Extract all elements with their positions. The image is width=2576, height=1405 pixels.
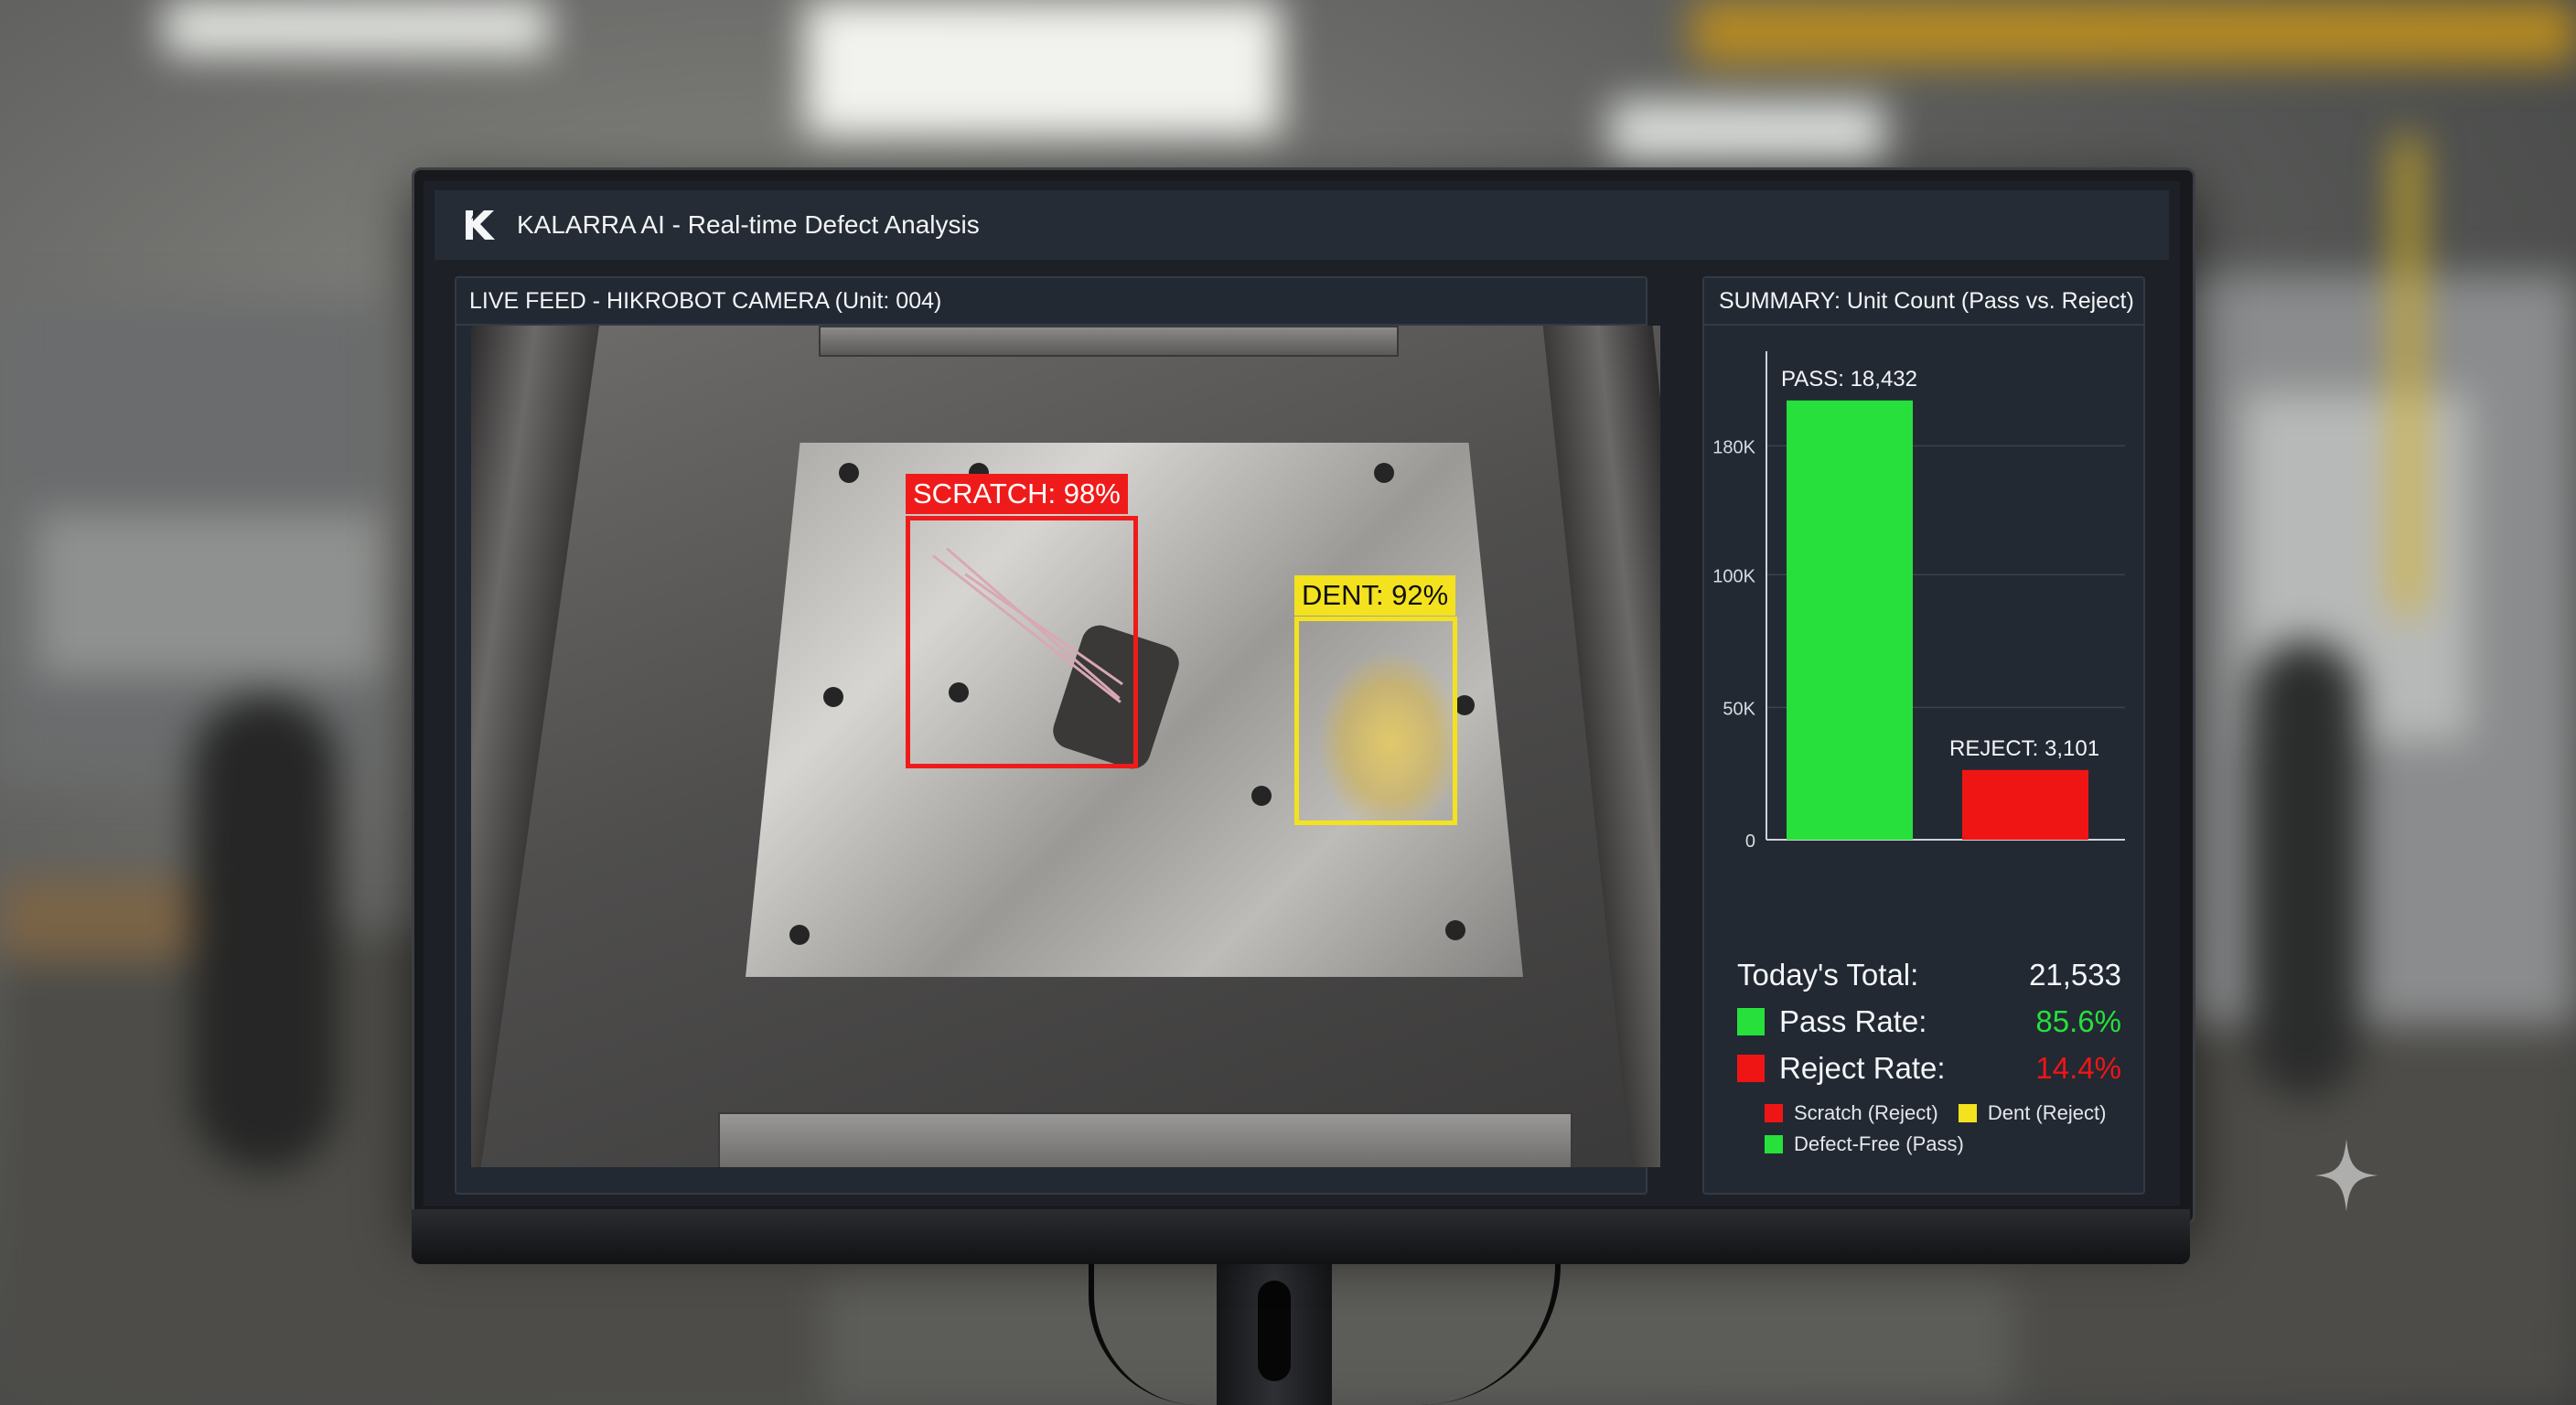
pass-rate-value: 85.6% (2035, 1003, 2121, 1038)
y-tick-label: 0 (1745, 831, 1755, 852)
legend-label: Scratch (Reject) (1794, 1101, 1938, 1124)
live-feed-title: LIVE FEED - HIKROBOT CAMERA (Unit: 004) (456, 278, 1646, 326)
chart-legend: Scratch (Reject) Dent (Reject) Defect-Fr… (1765, 1098, 2131, 1160)
reject-rate-label: Reject Rate: (1779, 1050, 1946, 1085)
unit-count-chart: 0 50K 100K 180K PASS: 18,432 REJECT: 3,101 (1704, 326, 2143, 874)
scratch-detection-label: SCRATCH: 98% (906, 474, 1128, 514)
today-total-row: Today's Total: 21,533 (1737, 951, 2121, 998)
summary-title: SUMMARY: Unit Count (Pass vs. Reject) (1704, 278, 2143, 326)
bar-pass (1787, 400, 1913, 840)
legend-label: Dent (Reject) (1987, 1101, 2107, 1124)
monitor-bezel (412, 1209, 2190, 1264)
summary-stats: Today's Total: 21,533 Pass Rate: 85.6% R… (1737, 951, 2121, 1091)
scratch-detection-box[interactable] (906, 516, 1138, 768)
today-total-value: 21,533 (2029, 957, 2121, 992)
y-tick-label: 180K (1712, 437, 1755, 457)
live-feed-panel: LIVE FEED - HIKROBOT CAMERA (Unit: 004) … (455, 276, 1660, 1195)
summary-panel: SUMMARY: Unit Count (Pass vs. Reject) 0 5… (1702, 276, 2145, 1195)
legend-item-scratch: Scratch (Reject) (1765, 1098, 1938, 1129)
camera-feed-image: SCRATCH: 98% DENT: 92% (471, 326, 1660, 1167)
bar-chart-svg: 0 50K 100K 180K PASS: 18,432 REJECT: 3,101 (1712, 351, 2125, 852)
legend-item-pass: Defect-Free (Pass) (1765, 1129, 1964, 1160)
legend-item-dent: Dent (Reject) (1958, 1098, 2107, 1129)
today-total-label: Today's Total: (1737, 957, 1919, 992)
pass-swatch (1737, 1007, 1765, 1035)
reject-rate-value: 14.4% (2035, 1050, 2121, 1085)
app-title: KALARRA AI - Real-time Defect Analysis (517, 210, 980, 239)
monitor-stand-cutout (1258, 1281, 1291, 1381)
bar-data-label: REJECT: 3,101 (1949, 736, 2099, 761)
legend-swatch (1765, 1104, 1783, 1122)
app-titlebar: KALARRA AI - Real-time Defect Analysis (435, 190, 2169, 260)
legend-label: Defect-Free (Pass) (1794, 1132, 1964, 1155)
dashboard-screen: KALARRA AI - Real-time Defect Analysis L… (424, 181, 2180, 1206)
k-logo-icon (466, 210, 495, 240)
y-tick-label: 100K (1712, 566, 1755, 586)
dent-detection-label: DENT: 92% (1294, 575, 1456, 616)
reject-rate-row: Reject Rate: 14.4% (1737, 1045, 2121, 1091)
sparkle-icon (2314, 1139, 2378, 1212)
legend-swatch (1958, 1104, 1977, 1122)
dent-detection-box[interactable] (1294, 617, 1457, 825)
y-tick-label: 50K (1723, 699, 1755, 719)
pass-rate-row: Pass Rate: 85.6% (1737, 998, 2121, 1045)
steel-plate-next (819, 326, 1399, 357)
legend-swatch (1765, 1135, 1783, 1153)
bar-data-label: PASS: 18,432 (1781, 367, 1917, 391)
bar-reject (1962, 769, 2088, 840)
pass-rate-label: Pass Rate: (1779, 1003, 1927, 1038)
reject-swatch (1737, 1054, 1765, 1082)
steel-plate-prev (718, 1112, 1572, 1167)
